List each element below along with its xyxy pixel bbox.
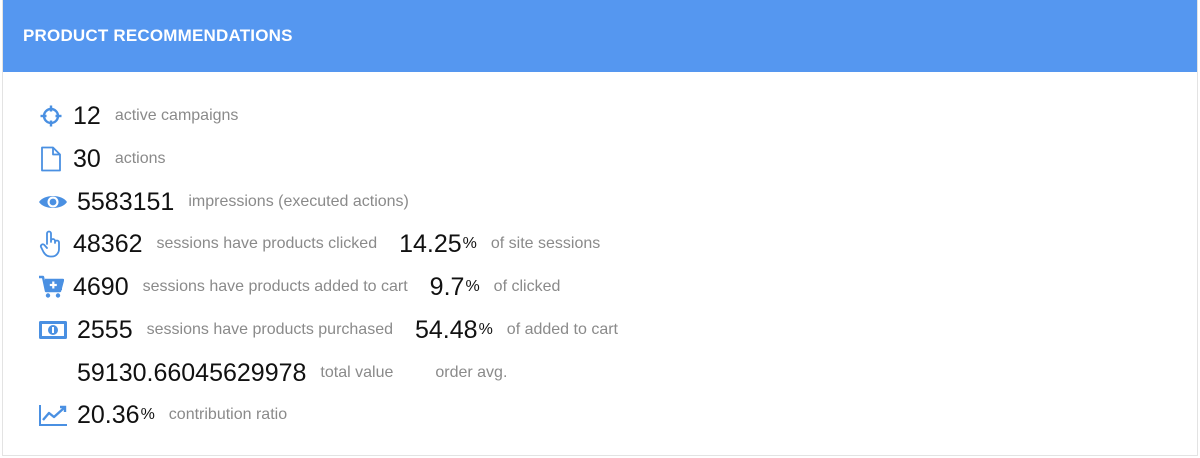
- eye-icon: [37, 188, 69, 216]
- clicked-percent-sign: %: [462, 235, 477, 252]
- clicked-label: sessions have products clicked: [156, 235, 378, 252]
- added-to-cart-percent-sign: %: [465, 278, 480, 295]
- stat-row-impressions: 5583151 impressions (executed actions): [37, 182, 409, 222]
- purchased-percent-label: of added to cart: [506, 321, 618, 338]
- total-value-label: total value: [320, 364, 394, 381]
- contribution-percent-sign: %: [140, 406, 155, 423]
- panel-title: PRODUCT RECOMMENDATIONS: [23, 26, 293, 45]
- clicked-percent: 14.25: [399, 229, 462, 258]
- line-chart-icon: [37, 401, 69, 429]
- added-to-cart-label: sessions have products added to cart: [142, 278, 408, 295]
- stat-row-clicked: 48362 sessions have products clicked 14.…: [37, 224, 600, 264]
- added-to-cart-percent-label: of clicked: [493, 278, 561, 295]
- actions-count: 30: [73, 144, 101, 173]
- clicked-count: 48362: [73, 229, 143, 258]
- actions-label: actions: [114, 150, 166, 167]
- crosshair-icon: [37, 102, 65, 130]
- impressions-label: impressions (executed actions): [188, 193, 409, 210]
- added-to-cart-count: 4690: [73, 272, 129, 301]
- active-campaigns-label: active campaigns: [114, 107, 239, 124]
- cart-plus-icon: [37, 273, 65, 301]
- panel-header: PRODUCT RECOMMENDATIONS: [3, 0, 1197, 72]
- stat-row-purchased: 2555 sessions have products purchased 54…: [37, 310, 618, 350]
- active-campaigns-count: 12: [73, 101, 101, 130]
- hand-pointer-icon: [37, 230, 65, 258]
- added-to-cart-percent: 9.7: [429, 272, 465, 301]
- purchased-count: 2555: [77, 315, 133, 344]
- clicked-percent-label: of site sessions: [490, 235, 601, 252]
- file-icon: [37, 145, 65, 173]
- stat-row-total-value: 59130.66045629978 total value order avg.: [77, 353, 507, 393]
- order-avg-label: order avg.: [435, 364, 508, 381]
- contribution-percent: 20.36: [77, 400, 140, 429]
- product-recommendations-panel: PRODUCT RECOMMENDATIONS 12 active campai…: [2, 0, 1198, 456]
- stat-row-added-to-cart: 4690 sessions have products added to car…: [37, 267, 560, 307]
- purchased-label: sessions have products purchased: [146, 321, 393, 338]
- total-value-amount: 59130.66045629978: [77, 358, 307, 387]
- purchased-percent: 54.48: [415, 315, 478, 344]
- money-bill-icon: [37, 316, 69, 344]
- stat-row-contribution: 20.36% contribution ratio: [37, 395, 287, 435]
- purchased-percent-sign: %: [478, 321, 493, 338]
- stat-row-actions: 30 actions: [37, 139, 166, 179]
- contribution-label: contribution ratio: [168, 406, 288, 423]
- impressions-count: 5583151: [77, 187, 175, 216]
- stat-row-active-campaigns: 12 active campaigns: [37, 96, 238, 136]
